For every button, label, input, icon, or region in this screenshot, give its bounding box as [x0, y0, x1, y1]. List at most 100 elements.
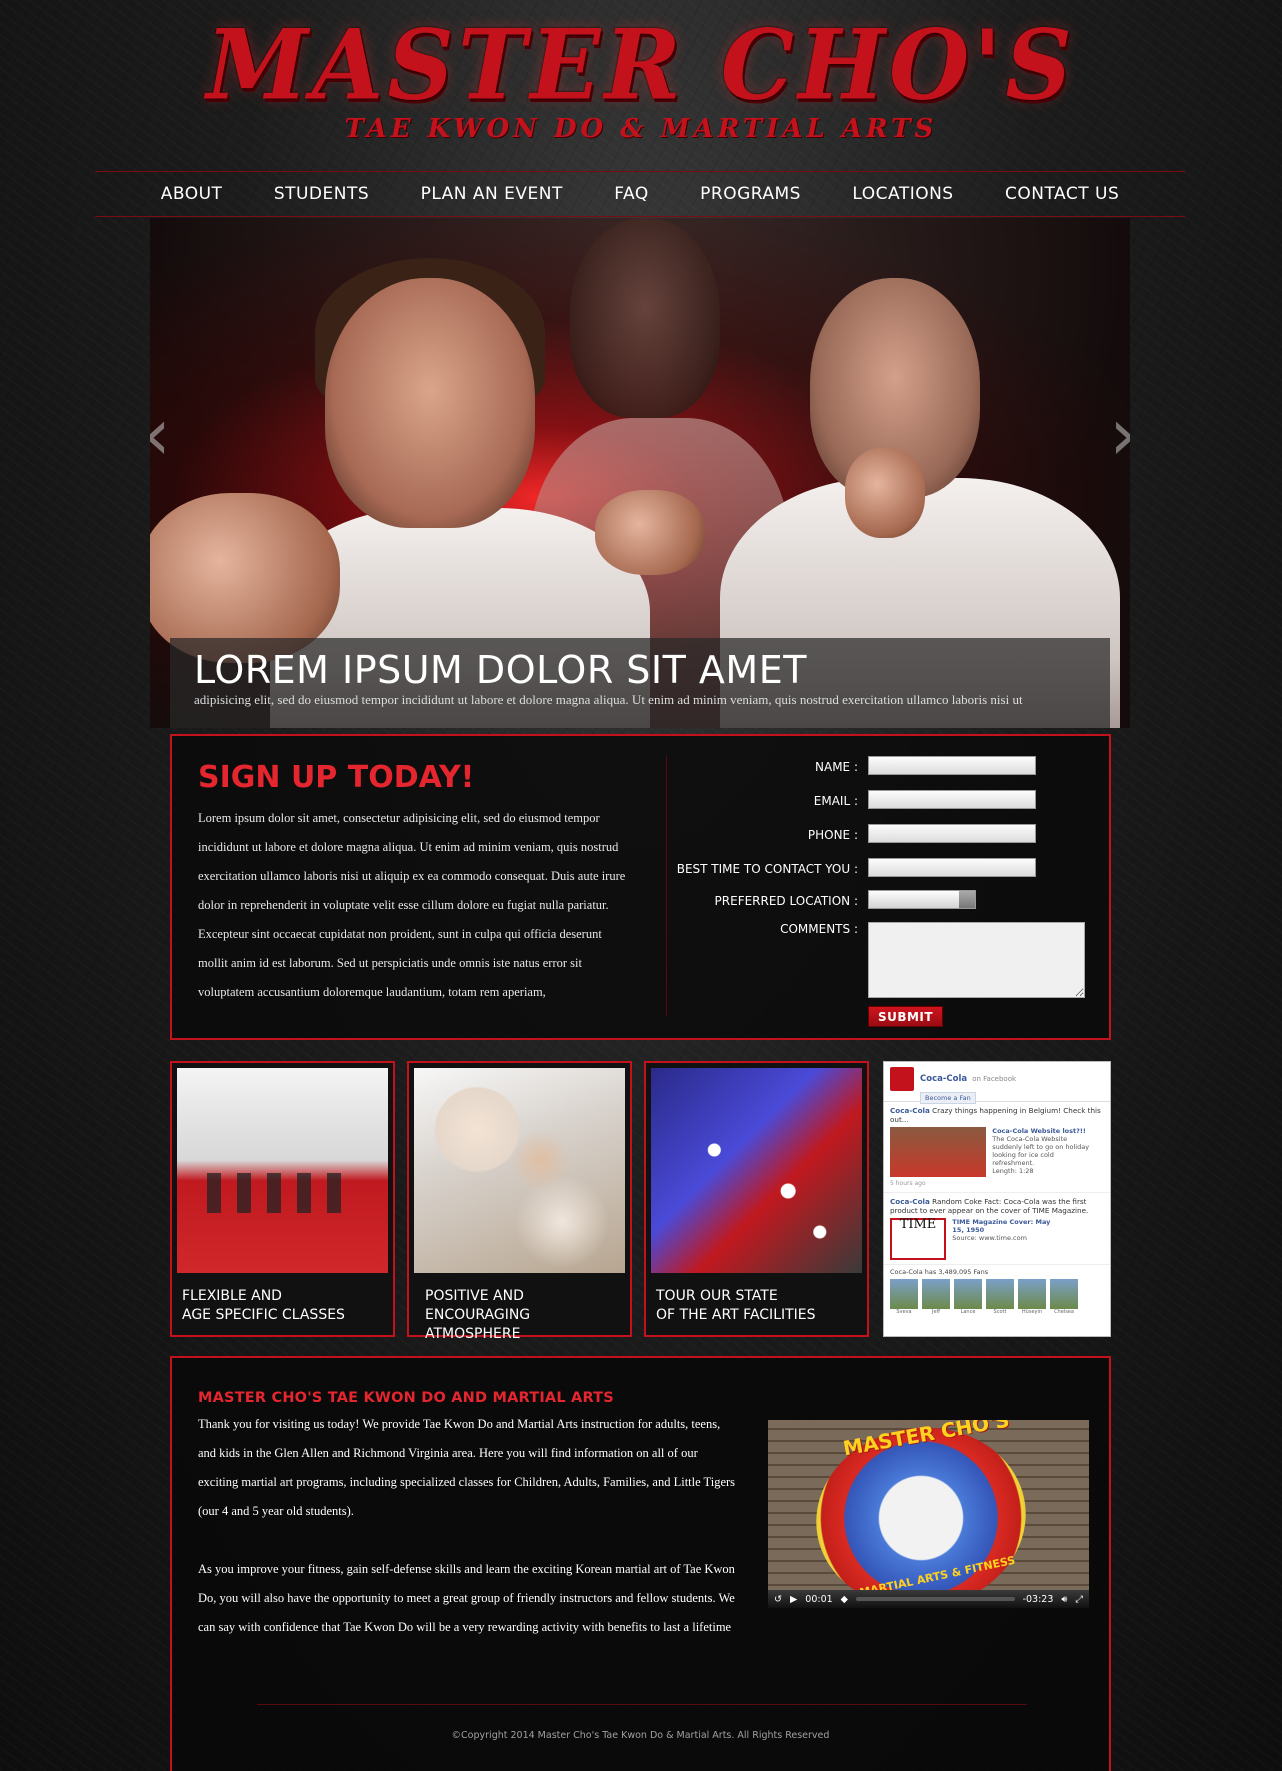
avatar[interactable]: [1050, 1279, 1078, 1309]
about-paragraph: Thank you for visiting us today! We prov…: [198, 1417, 736, 1518]
hero-fist: [845, 448, 925, 538]
signup-title: SIGN UP TODAY!: [198, 760, 475, 795]
feature-card-facilities[interactable]: TOUR OUR STATE OF THE ART FACILITIES: [644, 1061, 869, 1337]
avatar[interactable]: [890, 1279, 918, 1309]
location-select[interactable]: [868, 890, 976, 909]
name-label: NAME :: [815, 760, 858, 774]
avatar[interactable]: [986, 1279, 1014, 1309]
play-icon[interactable]: ▶: [790, 1594, 797, 1605]
post-time: 5 hours ago: [890, 1180, 926, 1187]
comments-field[interactable]: [868, 922, 1085, 998]
nav-plan-an-event[interactable]: PLAN AN EVENT: [421, 184, 563, 204]
fan-name[interactable]: Chelsea: [1050, 1309, 1078, 1315]
fan-name[interactable]: Hüseyin: [1018, 1309, 1046, 1315]
card-caption-line: ENCOURAGING ATMOSPHERE: [425, 1307, 531, 1342]
facebook-on-label: on Facebook: [972, 1075, 1017, 1083]
hero-woman: [325, 278, 535, 528]
volume-icon[interactable]: 🔊︎: [1061, 1594, 1067, 1605]
card-caption-line: TOUR OUR STATE: [656, 1288, 778, 1304]
fullscreen-icon[interactable]: ⤢: [1075, 1594, 1083, 1605]
post-length: Length: 1:28: [992, 1167, 1034, 1175]
nav-faq[interactable]: FAQ: [614, 184, 648, 204]
fan-name[interactable]: Sveva: [890, 1309, 918, 1315]
fan-name[interactable]: Jeff: [922, 1309, 950, 1315]
replay-icon[interactable]: ↺: [774, 1594, 782, 1605]
feature-card-atmosphere[interactable]: POSITIVE AND ENCOURAGING ATMOSPHERE: [407, 1061, 632, 1342]
card-image-students: [207, 1173, 357, 1213]
post-link[interactable]: Coca-Cola Website lost?!!: [992, 1127, 1086, 1135]
nav-students[interactable]: STUDENTS: [274, 184, 369, 204]
video-thumbnail[interactable]: [890, 1127, 986, 1177]
facebook-fan-count: Coca-Cola has 3,489,095 Fans: [890, 1268, 989, 1276]
nav-programs[interactable]: PROGRAMS: [700, 184, 801, 204]
facebook-page-name[interactable]: Coca-Cola: [920, 1074, 967, 1084]
hero-man: [570, 218, 720, 418]
card-image-dojo: [177, 1068, 388, 1273]
post-meta: Coca-Cola Website lost?!! The Coca-Cola …: [992, 1127, 1092, 1175]
name-field[interactable]: [868, 756, 1036, 775]
nav-locations[interactable]: LOCATIONS: [852, 184, 953, 204]
post-meta: TIME Magazine Cover: May 15, 1950 Source…: [952, 1218, 1052, 1242]
hero-caption: LOREM IPSUM DOLOR SIT AMET adipisicing e…: [170, 638, 1110, 728]
email-label: EMAIL :: [813, 794, 858, 808]
video-player[interactable]: MASTER CHO'S MARTIAL ARTS & FITNESS ↺ ▶ …: [768, 1420, 1089, 1608]
post-source: Source: www.time.com: [952, 1234, 1027, 1242]
hero-title: LOREM IPSUM DOLOR SIT AMET: [194, 648, 807, 692]
nav-contact-us[interactable]: CONTACT US: [1005, 184, 1119, 204]
video-remaining-time: -03:23: [1022, 1593, 1054, 1605]
location-label: PREFERRED LOCATION :: [714, 894, 858, 908]
about-section: MASTER CHO'S TAE KWON DO AND MARTIAL ART…: [170, 1356, 1111, 1771]
card-image-crowd: [414, 1068, 625, 1273]
chevron-left-icon[interactable]: ‹: [150, 398, 171, 470]
card-caption: FLEXIBLE AND AGE SPECIFIC CLASSES: [182, 1287, 345, 1325]
fan-avatars: [884, 1279, 1110, 1309]
footer-divider: [257, 1704, 1027, 1705]
copyright: ©Copyright 2014 Master Cho's Tae Kwon Do…: [451, 1730, 830, 1741]
signup-intro: SIGN UP TODAY! Lorem ipsum dolor sit ame…: [198, 756, 633, 1007]
seek-bar[interactable]: [855, 1597, 1015, 1601]
post-link[interactable]: TIME Magazine Cover: May 15, 1950: [952, 1218, 1050, 1234]
comments-label: COMMENTS :: [780, 922, 858, 936]
post-author[interactable]: Coca-Cola: [890, 1197, 930, 1206]
chevron-down-icon: [959, 891, 975, 908]
card-caption: POSITIVE AND ENCOURAGING ATMOSPHERE: [425, 1287, 630, 1344]
avatar[interactable]: [954, 1279, 982, 1309]
hero-slider: ‹ › LOREM IPSUM DOLOR SIT AMET adipisici…: [150, 218, 1130, 728]
about-paragraph: As you improve your fitness, gain self-d…: [198, 1562, 735, 1634]
card-caption-line: FLEXIBLE AND: [182, 1288, 282, 1304]
submit-button[interactable]: SUBMIT: [868, 1006, 943, 1027]
card-caption: TOUR OUR STATE OF THE ART FACILITIES: [656, 1287, 816, 1325]
nav-about[interactable]: ABOUT: [161, 184, 223, 204]
best-time-label: BEST TIME TO CONTACT YOU :: [676, 862, 858, 876]
avatar[interactable]: [1018, 1279, 1046, 1309]
feature-card-classes[interactable]: FLEXIBLE AND AGE SPECIFIC CLASSES: [170, 1061, 395, 1337]
seek-handle-icon[interactable]: ◆: [841, 1594, 848, 1605]
avatar[interactable]: [922, 1279, 950, 1309]
video-current-time: 00:01: [805, 1593, 833, 1605]
logo-title: MASTER CHO'S: [206, 8, 1076, 122]
facebook-post: Coca-Cola Crazy things happening in Belg…: [884, 1102, 1110, 1193]
fan-name[interactable]: Scott: [986, 1309, 1014, 1315]
phone-field[interactable]: [868, 824, 1036, 843]
fan-names: Sveva Jeff Lance Scott Hüseyin Chelsea: [884, 1309, 1110, 1315]
fan-name[interactable]: Lance: [954, 1309, 982, 1315]
signup-section: SIGN UP TODAY! Lorem ipsum dolor sit ame…: [170, 734, 1111, 1040]
card-caption-line: POSITIVE AND: [425, 1288, 524, 1304]
video-controls: ↺ ▶ 00:01 ◆ -03:23 🔊︎ ⤢: [768, 1590, 1089, 1608]
best-time-field[interactable]: [868, 858, 1036, 877]
facebook-post: Coca-Cola Random Coke Fact: Coca-Cola wa…: [884, 1193, 1110, 1265]
card-caption-line: OF THE ART FACILITIES: [656, 1307, 816, 1323]
phone-label: PHONE :: [807, 828, 858, 842]
post-author[interactable]: Coca-Cola: [890, 1106, 930, 1115]
page-logo-icon[interactable]: [890, 1067, 914, 1091]
hero-text: adipisicing elit, sed do eiusmod tempor …: [194, 692, 1023, 707]
facebook-header: Coca-Cola on Facebook Become a Fan: [884, 1062, 1110, 1104]
time-magazine-thumbnail[interactable]: TIME: [890, 1218, 946, 1260]
site-logo[interactable]: MASTER CHO'S TAE KWON DO & MARTIAL ARTS: [0, 8, 1282, 144]
email-field[interactable]: [868, 790, 1036, 809]
facebook-widget: Coca-Cola on Facebook Become a Fan Coca-…: [883, 1061, 1111, 1337]
chevron-right-icon[interactable]: ›: [1109, 398, 1130, 470]
about-text: Thank you for visiting us today! We prov…: [198, 1410, 738, 1642]
card-caption-line: AGE SPECIFIC CLASSES: [182, 1307, 345, 1323]
about-title: MASTER CHO'S TAE KWON DO AND MARTIAL ART…: [198, 1390, 614, 1406]
